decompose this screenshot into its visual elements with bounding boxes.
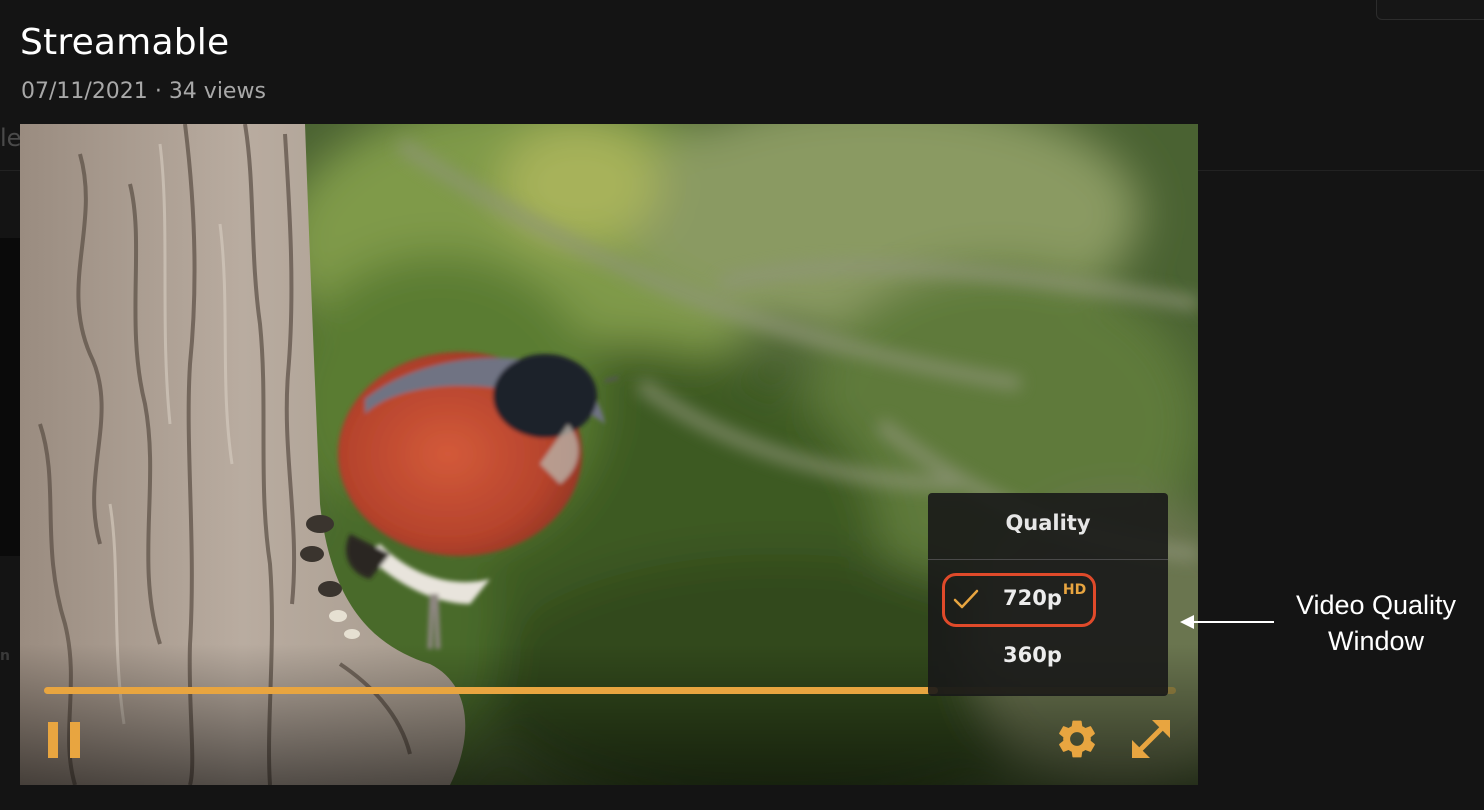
annotation-label: Video Quality Window xyxy=(1268,587,1484,659)
page-title: Streamable xyxy=(20,22,230,63)
view-count: 34 views xyxy=(168,79,266,104)
annotation-line-1: Video Quality xyxy=(1295,590,1457,620)
quality-option-360p[interactable]: 360p xyxy=(928,639,1168,679)
upload-date: 07/11/2021 xyxy=(21,79,148,104)
progress-fill xyxy=(44,687,939,694)
fullscreen-button[interactable] xyxy=(1128,716,1174,762)
settings-button[interactable] xyxy=(1054,716,1100,762)
video-meta: 07/11/2021 · 34 views xyxy=(21,79,266,104)
annotation-arrow xyxy=(1180,615,1274,629)
quality-menu: Quality 720pHD 360p xyxy=(928,493,1168,696)
quality-option-label: 360p xyxy=(1003,643,1062,667)
video-player[interactable]: Quality 720pHD 360p xyxy=(20,124,1198,785)
background-partial-text: le xyxy=(0,124,22,152)
top-right-partial-text: ⌃ ⌃ xyxy=(1421,0,1461,13)
quality-menu-title: Quality xyxy=(1005,511,1091,535)
meta-separator: · xyxy=(154,79,162,104)
top-right-partial-control[interactable]: ⌃ ⌃ xyxy=(1376,0,1484,20)
fullscreen-icon xyxy=(1132,720,1170,758)
gear-icon xyxy=(1059,720,1095,758)
background-partial-text-2: n xyxy=(0,648,10,664)
highlight-annotation-ring xyxy=(942,573,1096,627)
annotation-line-2: Window xyxy=(1327,626,1425,656)
pause-button[interactable] xyxy=(46,720,82,760)
quality-menu-divider xyxy=(928,559,1168,560)
background-partial-panel xyxy=(0,238,20,556)
